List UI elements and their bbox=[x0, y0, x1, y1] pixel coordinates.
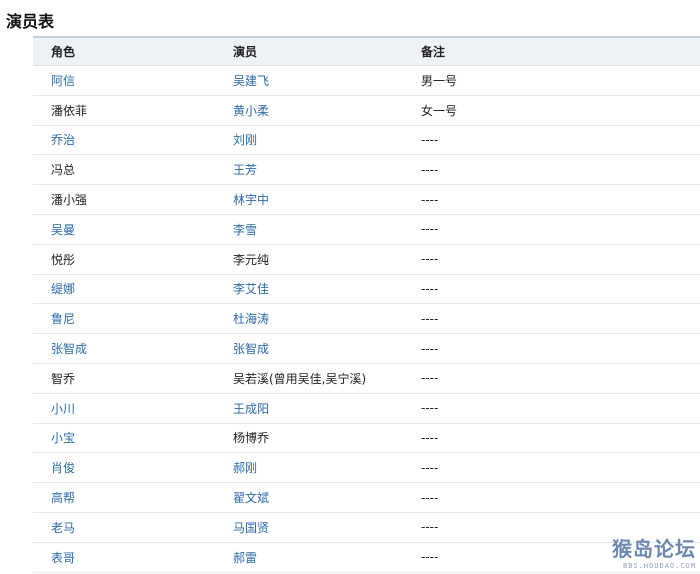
actor-link[interactable]: 李雪 bbox=[215, 221, 403, 238]
actor-link[interactable]: 刘刚 bbox=[215, 131, 403, 148]
table-row: 小宝 杨博乔 ---- bbox=[33, 424, 700, 454]
role-link[interactable]: 阿信 bbox=[33, 72, 215, 89]
header-role: 角色 bbox=[51, 45, 76, 59]
table-row: 潘小强 林宇中 ---- bbox=[33, 185, 700, 215]
role-link[interactable]: 乔治 bbox=[33, 131, 215, 148]
actor-link[interactable]: 林宇中 bbox=[215, 191, 403, 208]
table-row: 吴曼 李雪 ---- bbox=[33, 215, 700, 245]
table-body: 阿信 吴建飞 男一号潘依菲 黄小柔 女一号乔治 刘刚 ---- 冯总 王芳 ---- 潘小强 林宇中 -… bbox=[33, 66, 700, 573]
note-text: ---- bbox=[421, 311, 439, 326]
actor-link[interactable]: 郝刚 bbox=[215, 459, 403, 476]
table-row: 潘依菲 黄小柔 女一号 bbox=[33, 96, 700, 126]
table-row: 张智成 张智成 ---- bbox=[33, 334, 700, 364]
table-row: 表哥 郝雷 ---- bbox=[33, 543, 700, 573]
role-link[interactable]: 缇娜 bbox=[33, 280, 215, 297]
actor-link[interactable]: 李艾佳 bbox=[215, 280, 403, 297]
role-link[interactable]: 鲁尼 bbox=[33, 310, 215, 327]
actor-link[interactable]: 马国贤 bbox=[215, 519, 403, 536]
table-header: 角色 演员 备注 bbox=[33, 36, 700, 66]
actor-link[interactable]: 王成阳 bbox=[215, 400, 403, 417]
actor-link[interactable]: 杜海涛 bbox=[215, 310, 403, 327]
note-text: ---- bbox=[421, 520, 439, 535]
actor-link[interactable]: 郝雷 bbox=[215, 549, 403, 566]
role-link[interactable]: 张智成 bbox=[33, 340, 215, 357]
table-row: 小川 王成阳 ---- bbox=[33, 394, 700, 424]
note-text: ---- bbox=[421, 341, 439, 356]
role-link[interactable]: 小川 bbox=[33, 400, 215, 417]
role-text: 冯总 bbox=[51, 163, 76, 178]
header-note: 备注 bbox=[421, 45, 446, 59]
actor-text: 吴若溪(曾用吴佳,吴宁溪) bbox=[233, 371, 367, 386]
role-text: 悦彤 bbox=[51, 252, 76, 267]
note-text: ---- bbox=[421, 192, 439, 207]
actor-text: 杨博乔 bbox=[233, 431, 270, 446]
note-text: ---- bbox=[421, 490, 439, 505]
note-text: ---- bbox=[421, 252, 439, 267]
note-text: ---- bbox=[421, 550, 439, 565]
note-text: ---- bbox=[421, 281, 439, 296]
note-text: 女一号 bbox=[421, 103, 458, 118]
role-link[interactable]: 老马 bbox=[33, 519, 215, 536]
note-text: ---- bbox=[421, 222, 439, 237]
table-row: 缇娜 李艾佳 ---- bbox=[33, 275, 700, 305]
note-text: ---- bbox=[421, 371, 439, 386]
role-link[interactable]: 肖俊 bbox=[33, 459, 215, 476]
note-text: 男一号 bbox=[421, 73, 458, 88]
table-row: 乔治 刘刚 ---- bbox=[33, 126, 700, 156]
header-actor: 演员 bbox=[233, 45, 258, 59]
note-text: ---- bbox=[421, 132, 439, 147]
page-title: 演员表 bbox=[6, 12, 55, 31]
role-link[interactable]: 表哥 bbox=[33, 549, 215, 566]
actor-link[interactable]: 翟文斌 bbox=[215, 489, 403, 506]
actor-text: 李元纯 bbox=[233, 252, 270, 267]
role-text: 潘小强 bbox=[51, 193, 88, 208]
role-link[interactable]: 吴曼 bbox=[33, 221, 215, 238]
table-row: 智乔 吴若溪(曾用吴佳,吴宁溪) ---- bbox=[33, 364, 700, 394]
note-text: ---- bbox=[421, 430, 439, 445]
table-row: 鲁尼 杜海涛 ---- bbox=[33, 304, 700, 335]
table-row: 冯总 王芳 ---- bbox=[33, 155, 700, 186]
actor-link[interactable]: 吴建飞 bbox=[215, 72, 403, 89]
table-row: 悦彤 李元纯 ---- bbox=[33, 245, 700, 275]
table-row: 高帮 翟文斌 ---- bbox=[33, 483, 700, 513]
note-text: ---- bbox=[421, 401, 439, 416]
table-row: 阿信 吴建飞 男一号 bbox=[33, 66, 700, 96]
note-text: ---- bbox=[421, 162, 439, 177]
page: 演员表 角色 演员 备注 阿信 吴建飞 男一号 潘依菲 黄小柔 女一号 乔治 刘刚 ---- 冯总… bbox=[0, 0, 700, 574]
cast-table: 角色 演员 备注 阿信 吴建飞 男一号潘依菲 黄小柔 女一号乔治 刘刚 ---- 冯总 王芳 --… bbox=[33, 36, 700, 573]
table-row: 肖俊 郝刚 ---- bbox=[33, 453, 700, 484]
actor-link[interactable]: 张智成 bbox=[215, 340, 403, 357]
role-link[interactable]: 小宝 bbox=[33, 429, 215, 446]
table-row: 老马 马国贤 ---- bbox=[33, 513, 700, 543]
note-text: ---- bbox=[421, 460, 439, 475]
actor-link[interactable]: 黄小柔 bbox=[215, 102, 403, 119]
role-text: 潘依菲 bbox=[51, 103, 88, 118]
actor-link[interactable]: 王芳 bbox=[215, 161, 403, 178]
role-text: 智乔 bbox=[51, 371, 76, 386]
role-link[interactable]: 高帮 bbox=[33, 489, 215, 506]
